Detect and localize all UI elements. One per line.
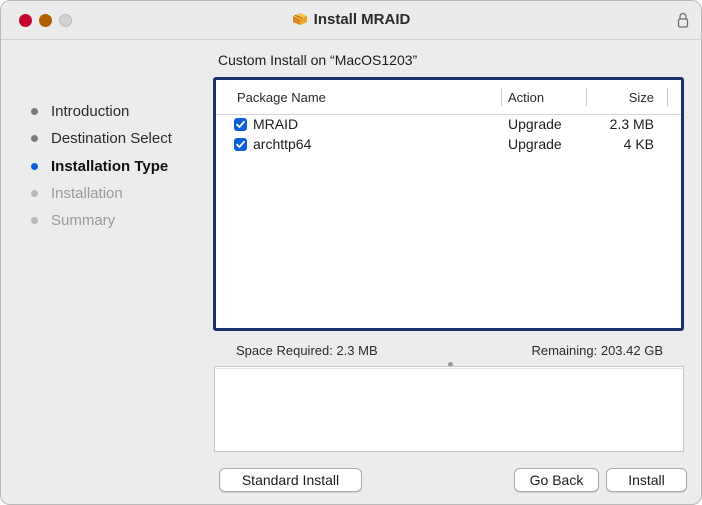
- package-name: archttp64: [253, 136, 312, 152]
- column-divider[interactable]: [501, 88, 502, 106]
- column-header-size[interactable]: Size: [629, 90, 654, 105]
- checkmark-icon: [236, 140, 245, 148]
- go-back-button[interactable]: Go Back: [514, 468, 599, 492]
- package-size: 4 KB: [623, 136, 654, 152]
- package-description-box: [214, 366, 684, 452]
- title-bar: Install MRAID: [1, 1, 701, 40]
- column-divider[interactable]: [586, 88, 587, 106]
- step-label: Introduction: [51, 103, 130, 120]
- window-title-text: Install MRAID: [313, 11, 411, 28]
- column-header-action[interactable]: Action: [508, 90, 544, 105]
- package-size: 2.3 MB: [609, 116, 654, 132]
- step-label: Summary: [51, 212, 116, 229]
- step-bullet: [31, 108, 38, 115]
- column-divider[interactable]: [667, 88, 668, 106]
- step-label: Installation: [51, 185, 123, 202]
- lock-icon[interactable]: [677, 12, 689, 28]
- step-bullet-active: [31, 163, 38, 170]
- column-header-package-name[interactable]: Package Name: [237, 90, 326, 105]
- table-row[interactable]: MRAID Upgrade 2.3 MB: [216, 115, 681, 135]
- package-checkbox[interactable]: [234, 118, 247, 131]
- step-bullet: [31, 190, 38, 197]
- standard-install-button[interactable]: Standard Install: [219, 468, 362, 492]
- package-action: Upgrade: [508, 136, 562, 152]
- disk-space-summary: Space Required: 2.3 MB Remaining: 203.42…: [213, 334, 684, 367]
- package-action: Upgrade: [508, 116, 562, 132]
- step-bullet: [31, 217, 38, 224]
- step-label: Installation Type: [51, 158, 169, 175]
- step-label: Destination Select: [51, 130, 172, 147]
- installer-steps-sidebar: Introduction Destination Select Installa…: [1, 40, 211, 504]
- page-heading: Custom Install on “MacOS1203”: [218, 52, 418, 68]
- installer-window: Install MRAID Introduction Destination S…: [0, 0, 702, 505]
- space-required-text: Space Required: 2.3 MB: [236, 343, 378, 358]
- package-table[interactable]: Package Name Action Size MRAID Upgrade 2…: [213, 77, 684, 331]
- description-area: [216, 368, 682, 450]
- table-header: Package Name Action Size: [216, 80, 681, 115]
- package-checkbox[interactable]: [234, 138, 247, 151]
- checkmark-icon: [236, 120, 245, 128]
- package-icon: [292, 13, 307, 25]
- remaining-space-text: Remaining: 203.42 GB: [531, 343, 663, 358]
- package-name: MRAID: [253, 116, 299, 132]
- table-row[interactable]: archttp64 Upgrade 4 KB: [216, 135, 681, 155]
- window-title: Install MRAID: [1, 11, 701, 28]
- step-bullet: [31, 135, 38, 142]
- install-button[interactable]: Install: [606, 468, 687, 492]
